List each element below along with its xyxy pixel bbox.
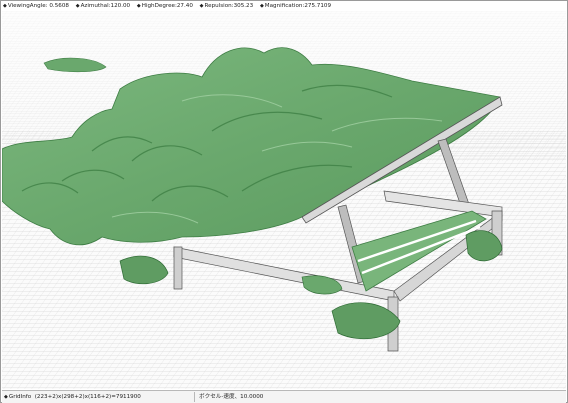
param-label: Magnification [264, 3, 303, 9]
param-label: HighDegree [141, 3, 175, 9]
diamond-icon: ◆ [199, 3, 204, 9]
param-label: Repulsion [204, 3, 232, 9]
voxel-info: ボクセル-速度、10.0000 [199, 394, 264, 400]
diamond-icon: ◆ [136, 3, 141, 9]
simulation-render [2, 11, 566, 389]
diamond-icon: ◆ [3, 3, 7, 9]
grid-info-value: (223+2)x(298+2)x(116+2)=7911900 [34, 394, 141, 400]
param-value: 0.5608 [49, 3, 69, 9]
param-viewing-angle: ◆ViewingAngle: 0.5608 [3, 3, 69, 9]
view-parameters-bar: ◆ViewingAngle: 0.5608 ◆Azimuthal:120.00 … [3, 1, 563, 11]
diamond-icon: ◆ [75, 3, 80, 9]
diamond-icon: ◆ [259, 3, 264, 9]
param-label: ViewingAngle [7, 3, 46, 9]
param-high-degree: ◆HighDegree:27.40 [136, 3, 193, 9]
status-divider [194, 392, 195, 402]
param-azimuthal: ◆Azimuthal:120.00 [75, 3, 131, 9]
app-window: ◆ViewingAngle: 0.5608 ◆Azimuthal:120.00 … [0, 0, 568, 403]
leg-left [173, 246, 183, 290]
status-bar: ◆GridInfo (223+2)x(298+2)x(116+2)=791190… [2, 390, 566, 403]
param-repulsion: ◆Repulsion:305.23 [199, 3, 254, 9]
param-label: Azimuthal [80, 3, 109, 9]
param-value: 27.40 [176, 3, 193, 9]
grid-info-label: GridInfo [8, 394, 32, 400]
3d-viewport[interactable] [2, 11, 566, 389]
param-value: 275.7109 [304, 3, 332, 9]
param-magnification: ◆Magnification:275.7109 [259, 3, 332, 9]
param-value: 120.00 [110, 3, 131, 9]
param-value: 305.23 [233, 3, 254, 9]
diamond-icon: ◆ [4, 394, 8, 400]
grid-info: ◆GridInfo (223+2)x(298+2)x(116+2)=791190… [4, 391, 141, 403]
